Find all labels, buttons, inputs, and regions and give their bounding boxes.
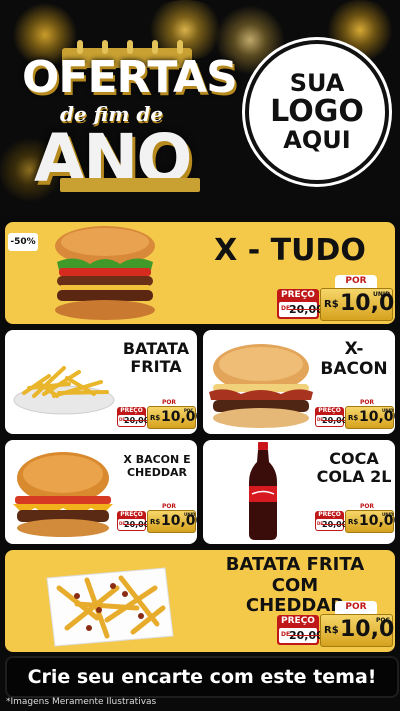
product-card[interactable]: BATATA FRITA POR PREÇO DE 20,00 R$ 10,00… <box>5 330 197 434</box>
preco-label: PREÇO <box>120 511 143 518</box>
cheddar-burger-icon <box>13 452 113 537</box>
new-price-box: R$ 10,00 UNID <box>320 288 395 321</box>
cheddar-fries-icon <box>46 567 174 647</box>
price-tag: POR PREÇO DE 20,00 R$ 10,00 UNID <box>315 502 395 533</box>
new-price-box: R$ 10,00 UNID <box>345 510 395 533</box>
old-price-box: PREÇO DE 20,00 <box>277 615 324 645</box>
por-label: POR <box>335 601 377 614</box>
logo-line-2: LOGO <box>270 94 364 130</box>
featured-product-card[interactable]: BATATA FRITA COM CHEDDAR POR PREÇO DE 20… <box>5 550 395 652</box>
preco-label: PREÇO <box>318 407 341 414</box>
old-price-value: 20,00 <box>289 629 324 642</box>
new-price-box: R$ 10,00 POÇ <box>320 614 395 647</box>
price-tag: POR PREÇO DE 20,00 R$ 10,00 POÇ <box>117 398 197 429</box>
create-flyer-button[interactable]: Crie seu encarte com este tema! <box>5 656 399 698</box>
currency-label: R$ <box>348 518 359 526</box>
discount-badge: -50% <box>8 233 38 251</box>
logo-placeholder[interactable]: SUA LOGO AQUI <box>245 40 389 184</box>
product-name: X BACON E CHEDDAR <box>117 453 197 479</box>
product-name: X - TUDO <box>214 233 366 268</box>
burger-icon <box>55 226 155 320</box>
featured-product-card[interactable]: X - TUDO POR PREÇO DE 20,00 R$ 10,00 UNI… <box>5 222 395 324</box>
new-price-box: R$ 10,00 UNID <box>147 510 197 533</box>
old-price-box: PREÇO DE 20,00 <box>315 511 347 531</box>
currency-label: R$ <box>150 414 161 422</box>
logo-line-1: SUA <box>289 69 345 98</box>
preco-label: PREÇO <box>281 616 315 626</box>
currency-label: R$ <box>348 414 359 422</box>
product-name-line-1: BATATA FRITA COM <box>225 554 365 596</box>
header-banner: OFERTAS de fim de ANO SUA LOGO AQUI <box>0 0 400 215</box>
old-price-box: PREÇO DE 20,00 <box>277 289 324 319</box>
preco-label: PREÇO <box>318 511 341 518</box>
disclaimer-text: *Imagens Meramente Ilustrativas <box>6 697 157 707</box>
unit-label: POÇ <box>184 408 194 413</box>
product-card[interactable]: X- BACON POR PREÇO DE 20,00 R$ 10,00 UNI… <box>203 330 395 434</box>
product-name-line-2: CHEDDAR <box>126 465 188 479</box>
product-name-line-1: X BACON E <box>123 453 191 466</box>
unit-label: POÇ <box>376 617 390 624</box>
product-name: BATATA FRITA <box>113 339 197 377</box>
product-name-line-2: FRITA <box>130 357 182 377</box>
product-name-line-1: X- <box>344 339 364 359</box>
unit-label: UNID <box>382 408 394 413</box>
old-price-box: PREÇO DE 20,00 <box>315 407 347 427</box>
price-tag: POR PREÇO DE 20,00 R$ 10,00 UNID <box>277 275 395 321</box>
product-card[interactable]: COCA COLA 2L POR PREÇO DE 20,00 R$ 10,00… <box>203 440 395 544</box>
old-price-box: PREÇO DE 20,00 <box>117 511 149 531</box>
old-price-value: 20,00 <box>322 520 348 529</box>
por-label: POR <box>335 275 377 288</box>
new-price-box: R$ 10,00 POÇ <box>147 406 197 429</box>
old-price-value: 20,00 <box>322 416 348 425</box>
new-price-box: R$ 10,00 UNID <box>345 406 395 429</box>
currency-label: R$ <box>324 625 339 636</box>
price-tag: POR PREÇO DE 20,00 R$ 10,00 UNID <box>315 398 395 429</box>
preco-label: PREÇO <box>120 407 143 414</box>
soda-bottle-icon <box>249 442 277 540</box>
product-name-line-1: BATATA <box>122 339 190 358</box>
currency-label: R$ <box>150 518 161 526</box>
preco-label: PREÇO <box>281 290 315 300</box>
unit-label: UNID <box>382 512 394 517</box>
old-price: DE 20,00 <box>118 519 149 530</box>
logo-line-3: AQUI <box>283 125 351 154</box>
currency-label: R$ <box>324 299 339 310</box>
product-name-line-2: BACON <box>320 358 388 379</box>
price-tag: POR PREÇO DE 20,00 R$ 10,00 POÇ <box>277 601 395 647</box>
fries-icon <box>13 366 115 415</box>
old-price-value: 20,00 <box>124 416 150 425</box>
old-price-value: 20,00 <box>124 520 150 529</box>
title-line-1: OFERTAS <box>22 52 238 103</box>
offers-title: OFERTAS de fim de ANO <box>22 30 238 197</box>
old-price: DE 20,00 <box>118 415 149 426</box>
product-name: X- BACON <box>315 339 393 379</box>
old-price: DE 20,00 <box>316 519 347 530</box>
product-name: COCA COLA 2L <box>315 449 393 487</box>
product-card[interactable]: X BACON E CHEDDAR POR PREÇO DE 20,00 R$ … <box>5 440 197 544</box>
price-tag: POR PREÇO DE 20,00 R$ 10,00 UNID <box>117 502 197 533</box>
old-price-box: PREÇO DE 20,00 <box>117 407 149 427</box>
calendar-base <box>60 178 200 192</box>
old-price: DE 20,00 <box>316 415 347 426</box>
product-name-line-1: COCA <box>329 449 379 468</box>
old-price: DE 20,00 <box>279 302 324 317</box>
product-name-line-2: COLA 2L <box>316 467 392 487</box>
unit-label: UNID <box>373 291 391 298</box>
bacon-burger-icon <box>209 344 313 428</box>
unit-label: UNID <box>184 512 196 517</box>
old-price: DE 20,00 <box>279 628 324 643</box>
old-price-value: 20,00 <box>289 303 324 316</box>
